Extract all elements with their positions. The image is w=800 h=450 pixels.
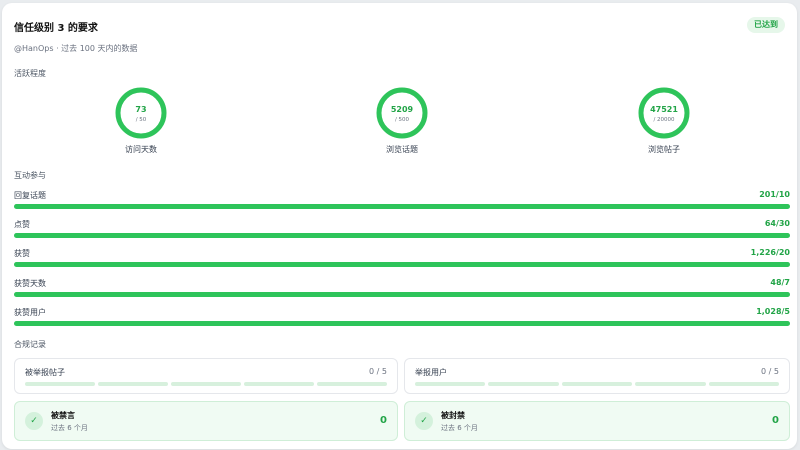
page-title: 信任级别 3 的要求 (14, 23, 98, 34)
segment (244, 382, 314, 386)
ring-value: 47521 (650, 105, 678, 114)
bar-fill (14, 204, 790, 209)
bar-track (14, 262, 790, 267)
ring-visit-days: 73 / 50 访问天数 (111, 86, 171, 155)
bar-value: 201/10 (759, 190, 790, 199)
check-icon: ✓ (25, 412, 43, 430)
check-icon: ✓ (415, 412, 433, 430)
status-badge: 已达到 (747, 17, 785, 33)
segment (488, 382, 559, 386)
ring-target: / 50 (136, 117, 147, 123)
bar-label: 获赞 (14, 249, 30, 258)
record-count: 0 (380, 415, 387, 426)
bar-row-likes-given: 点赞 64/30 (14, 219, 790, 241)
ring-chart: 47521 / 20000 (638, 87, 690, 139)
bar-value: 64/30 (764, 219, 790, 228)
segment (25, 382, 95, 386)
ring-value: 5209 (391, 105, 414, 114)
flagged-posts-box: 被举报帖子 0 / 5 (14, 358, 398, 394)
segment (415, 382, 486, 386)
bar-value: 1,028/5 (756, 307, 790, 316)
suspended-record-box: ✓ 被封禁 过去 6 个月 0 (404, 401, 790, 441)
record-period: 过去 6 个月 (441, 424, 478, 432)
bar-label: 获赞天数 (14, 279, 46, 288)
subtitle: @HanOps · 过去 100 天内的数据 (14, 44, 138, 53)
ring-label: 浏览话题 (386, 145, 418, 154)
segment (98, 382, 168, 386)
bar-fill (14, 233, 790, 238)
bar-track (14, 292, 790, 297)
bar-row-liked-days: 获赞天数 48/7 (14, 278, 790, 300)
trust-level-card: 信任级别 3 的要求 已达到 @HanOps · 过去 100 天内的数据 活跃… (2, 3, 797, 449)
bar-fill (14, 262, 790, 267)
bar-value: 1,226/20 (750, 248, 790, 257)
box-value: 0 / 5 (369, 367, 387, 376)
segment (171, 382, 241, 386)
segment (317, 382, 387, 386)
bar-label: 点赞 (14, 220, 30, 229)
record-title: 被封禁 (441, 411, 465, 420)
bar-label: 获赞用户 (14, 308, 46, 317)
ring-label: 访问天数 (125, 145, 157, 154)
section-label-activity: 活跃程度 (14, 69, 46, 78)
silenced-record-box: ✓ 被禁言 过去 6 个月 0 (14, 401, 398, 441)
bar-track (14, 233, 790, 238)
section-label-compliance: 合规记录 (14, 340, 46, 349)
bar-row-replies: 回复话题 201/10 (14, 190, 790, 212)
bar-label: 回复话题 (14, 191, 46, 200)
bar-row-liked-users: 获赞用户 1,028/5 (14, 307, 790, 329)
segment (635, 382, 706, 386)
ring-chart: 73 / 50 (115, 87, 167, 139)
bar-fill (14, 292, 790, 297)
ring-target: / 500 (395, 117, 410, 123)
ring-target: / 20000 (653, 117, 675, 123)
ring-topics-viewed: 5209 / 500 浏览话题 (372, 86, 432, 155)
ring-value: 73 (135, 105, 146, 114)
bar-value: 48/7 (770, 278, 790, 287)
segment-bar (25, 382, 387, 386)
box-value: 0 / 5 (761, 367, 779, 376)
box-label: 被举报帖子 (25, 368, 65, 377)
bar-row-likes-received: 获赞 1,226/20 (14, 248, 790, 270)
ring-chart: 5209 / 500 (376, 87, 428, 139)
record-count: 0 (772, 415, 779, 426)
record-period: 过去 6 个月 (51, 424, 88, 432)
bar-track (14, 321, 790, 326)
bar-track (14, 204, 790, 209)
bar-fill (14, 321, 790, 326)
section-label-engagement: 互动参与 (14, 171, 46, 180)
segment (708, 382, 780, 386)
box-label: 举报用户 (415, 368, 447, 377)
ring-posts-viewed: 47521 / 20000 浏览帖子 (634, 86, 694, 155)
flagged-users-box: 举报用户 0 / 5 (404, 358, 790, 394)
ring-label: 浏览帖子 (648, 145, 680, 154)
segment-bar (415, 382, 780, 386)
segment (561, 382, 633, 386)
record-title: 被禁言 (51, 411, 75, 420)
